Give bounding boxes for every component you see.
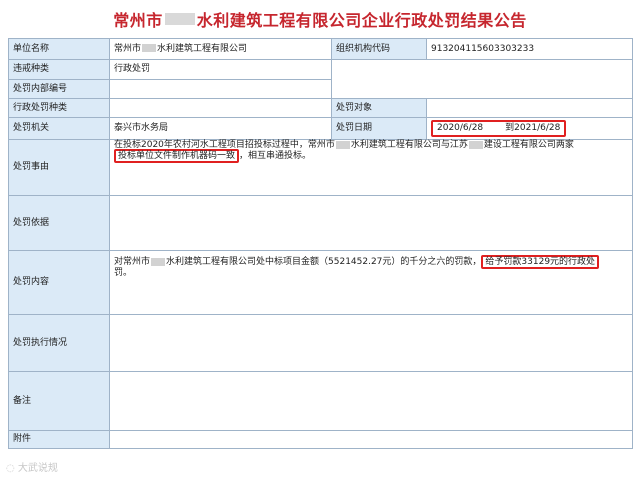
empty-cell xyxy=(331,59,633,99)
title-prefix: 常州市 xyxy=(113,11,163,30)
execution-label: 处罚执行情况 xyxy=(8,314,110,372)
date-to-word: 到 xyxy=(505,123,515,133)
table-row: 备注 xyxy=(8,371,633,431)
unit-name-value: 常州市 水利建筑工程有限公司 xyxy=(109,38,332,60)
page-title: 常州市 水利建筑工程有限公司企业行政处罚结果公告 xyxy=(0,0,640,38)
remark-value xyxy=(109,371,633,431)
content-label: 处罚内容 xyxy=(8,250,110,315)
reason-text-b: 水利建筑工程有限公司与江苏 xyxy=(350,140,468,150)
reason-text-c: 建设工程有限公司两家 xyxy=(483,140,574,150)
authority-value: 泰兴市水务局 xyxy=(109,117,332,140)
date-to: 2021/6/28 xyxy=(514,123,561,133)
remark-label: 备注 xyxy=(8,371,110,431)
table-row: 处罚依据 xyxy=(8,195,633,251)
redaction-block xyxy=(335,140,350,149)
attachment-label: 附件 xyxy=(8,430,110,449)
admin-type-value xyxy=(109,98,332,118)
watermark-text: 大武说规 xyxy=(17,463,58,474)
redaction-block xyxy=(142,44,157,52)
admin-type-label: 行政处罚种类 xyxy=(8,98,110,118)
basis-label: 处罚依据 xyxy=(8,195,110,251)
content-line-2: 罚。 xyxy=(114,268,133,278)
authority-label: 处罚机关 xyxy=(8,117,110,140)
reason-line-2: 投标单位文件制作机器码一致 ，相互串通投标。 xyxy=(114,149,628,163)
org-code-value: 913204115603303233 xyxy=(426,38,633,60)
reason-highlight: 投标单位文件制作机器码一致 xyxy=(114,149,240,163)
execution-value xyxy=(109,314,633,372)
watermark-icon: ◌ xyxy=(6,463,18,474)
target-label: 处罚对象 xyxy=(331,98,427,118)
org-code-label: 组织机构代码 xyxy=(331,38,427,60)
content-line-1: 对常州市 水利建筑工程有限公司处中标项目金额（5521452.27元）的千分之六的… xyxy=(114,255,628,269)
unit-name-label: 单位名称 xyxy=(8,38,110,60)
reason-label: 处罚事由 xyxy=(8,139,110,196)
table-row: 单位名称 常州市 水利建筑工程有限公司 组织机构代码 91320411560330… xyxy=(8,38,633,60)
redaction-block xyxy=(151,257,166,266)
unit-name-prefix: 常州市 xyxy=(114,43,142,54)
redaction-block xyxy=(164,13,195,25)
content-text-a: 对常州市 xyxy=(114,257,151,267)
redaction-block xyxy=(468,140,483,149)
table-row: 处罚事由 在投标2020年农村河水工程项目招投标过程中，常州市 水利建筑工程有限公… xyxy=(8,139,633,196)
table-row: 附件 xyxy=(8,430,633,449)
internal-no-value xyxy=(109,79,332,99)
table-row: 违戒种类 行政处罚 xyxy=(8,59,633,99)
penalty-table: 单位名称 常州市 水利建筑工程有限公司 组织机构代码 91320411560330… xyxy=(8,38,633,449)
date-to-group: 到2021/6/28 xyxy=(505,123,560,134)
table-row: 行政处罚种类 处罚对象 xyxy=(8,98,633,118)
date-value: 2020/6/28 到2021/6/28 xyxy=(426,117,633,140)
violation-type-label: 违戒种类 xyxy=(8,59,110,80)
content-value: 对常州市 水利建筑工程有限公司处中标项目金额（5521452.27元）的千分之六的… xyxy=(109,250,633,315)
content-text-b: 水利建筑工程有限公司处中标项目金额（5521452.27元）的千分之六的罚款， xyxy=(166,257,482,267)
title-suffix: 水利建筑工程有限公司企业行政处罚结果公告 xyxy=(196,11,527,30)
basis-value xyxy=(109,195,633,251)
table-row: 处罚执行情况 xyxy=(8,314,633,372)
target-value xyxy=(426,98,633,118)
table-row: 处罚机关 泰兴市水务局 处罚日期 2020/6/28 到2021/6/28 xyxy=(8,117,633,140)
reason-value: 在投标2020年农村河水工程项目招投标过程中，常州市 水利建筑工程有限公司与江苏建… xyxy=(109,139,633,196)
date-label: 处罚日期 xyxy=(331,117,427,140)
attachment-value xyxy=(109,430,633,449)
unit-name-suffix: 水利建筑工程有限公司 xyxy=(157,43,248,54)
date-from: 2020/6/28 xyxy=(437,123,484,133)
violation-type-value: 行政处罚 xyxy=(109,59,332,80)
content-highlight: 给予罚款33129元的行政处 xyxy=(481,255,600,269)
watermark: ◌ 大武说规 xyxy=(6,459,58,474)
date-highlight-box: 2020/6/28 到2021/6/28 xyxy=(431,120,567,137)
table-row: 处罚内容 对常州市 水利建筑工程有限公司处中标项目金额（5521452.27元）的… xyxy=(8,250,633,315)
reason-text-rest: ，相互串通投标。 xyxy=(239,151,312,161)
internal-no-label: 处罚内部编号 xyxy=(8,79,110,99)
